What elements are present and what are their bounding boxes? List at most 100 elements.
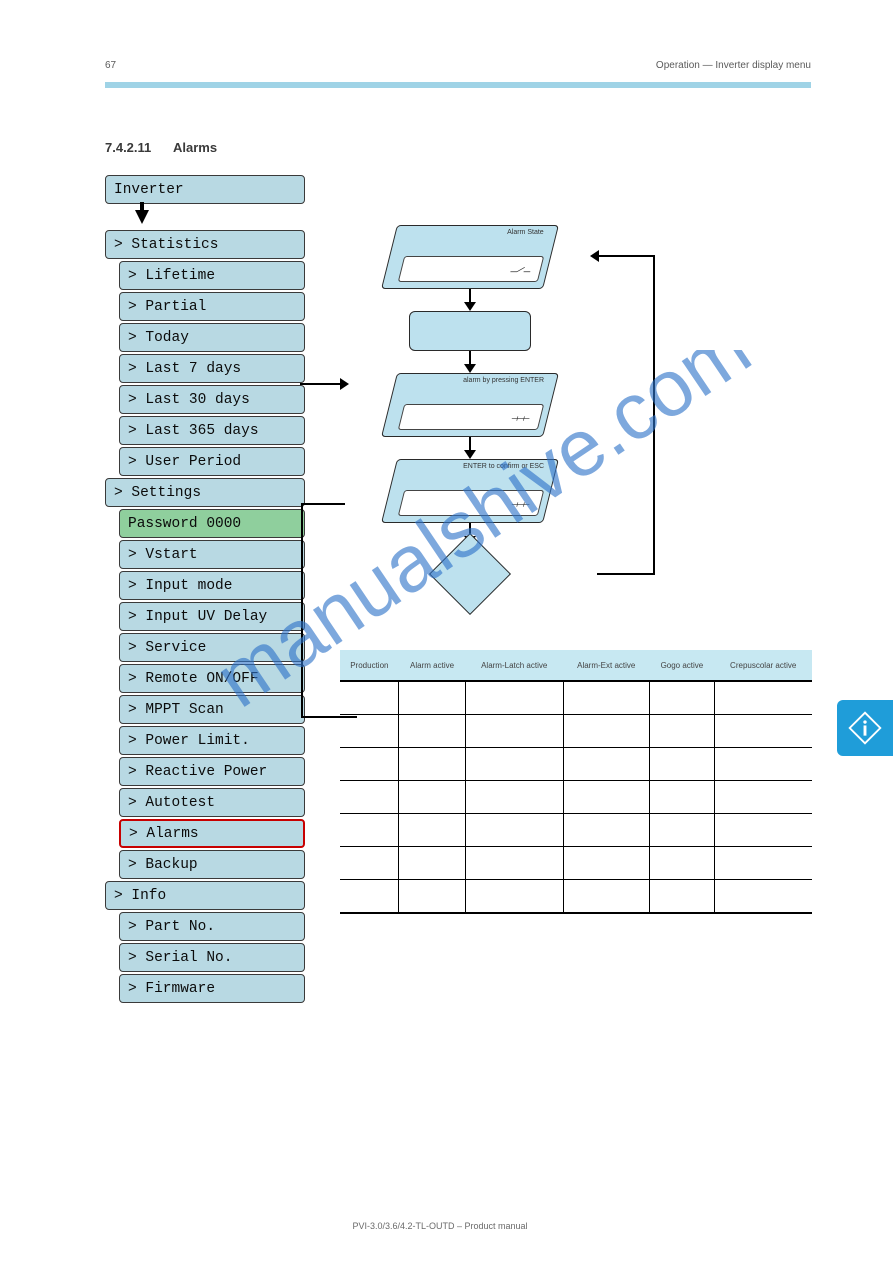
menu-root: Inverter bbox=[105, 175, 305, 204]
menu-tree: Inverter > Statistics > Lifetime> Partia… bbox=[105, 175, 305, 1005]
header-page-number: 67 bbox=[105, 60, 116, 71]
table-cell bbox=[465, 681, 563, 715]
table-cell bbox=[399, 748, 466, 781]
table-column-header: Crepuscolar active bbox=[714, 650, 812, 681]
table-row bbox=[340, 715, 812, 748]
table-row bbox=[340, 880, 812, 914]
menu-item: > Part No. bbox=[119, 912, 305, 941]
menu-item: > Last 7 days bbox=[119, 354, 305, 383]
menu-item: > Last 30 days bbox=[119, 385, 305, 414]
header-rule bbox=[105, 82, 811, 88]
table-cell bbox=[399, 781, 466, 814]
menu-item: > Power Limit. bbox=[119, 726, 305, 755]
table-cell bbox=[714, 748, 812, 781]
menu-settings: > Settings bbox=[105, 478, 305, 507]
table-row bbox=[340, 681, 812, 715]
table-cell bbox=[399, 880, 466, 914]
table-cell bbox=[465, 814, 563, 847]
table-cell bbox=[563, 715, 649, 748]
table-cell bbox=[399, 847, 466, 880]
table-cell bbox=[465, 880, 563, 914]
menu-item: > Lifetime bbox=[119, 261, 305, 290]
flow-screen-2: alarm by pressing ENTER bbox=[381, 373, 559, 437]
table-cell bbox=[714, 880, 812, 914]
table-row bbox=[340, 781, 812, 814]
menu-info: > Info bbox=[105, 881, 305, 910]
table-cell bbox=[563, 814, 649, 847]
table-column-header: Production bbox=[340, 650, 399, 681]
flow-loop-entry bbox=[300, 378, 349, 390]
menu-item: > Remote ON/OFF bbox=[119, 664, 305, 693]
table-cell bbox=[649, 781, 714, 814]
alarm-modes-table: ProductionAlarm activeAlarm-Latch active… bbox=[340, 650, 812, 914]
info-diamond-icon bbox=[848, 711, 882, 745]
table-cell bbox=[714, 847, 812, 880]
menu-item: > Input mode bbox=[119, 571, 305, 600]
table-cell bbox=[399, 814, 466, 847]
table-cell bbox=[340, 814, 399, 847]
table-column-header: Gogo active bbox=[649, 650, 714, 681]
menu-item: > Autotest bbox=[119, 788, 305, 817]
lcd-screen-icon bbox=[398, 490, 544, 516]
table-cell bbox=[399, 681, 466, 715]
lcd-screen-icon bbox=[398, 256, 544, 282]
section-title: Alarms bbox=[173, 140, 217, 155]
table-cell bbox=[649, 681, 714, 715]
flow-screen-2-hint: alarm by pressing ENTER bbox=[463, 377, 544, 384]
menu-item: > MPPT Scan bbox=[119, 695, 305, 724]
table-cell bbox=[563, 781, 649, 814]
table-cell bbox=[340, 681, 399, 715]
table-column-header: Alarm-Ext active bbox=[563, 650, 649, 681]
menu-item: > Backup bbox=[119, 850, 305, 879]
menu-item: > Input UV Delay bbox=[119, 602, 305, 631]
menu-item: > Serial No. bbox=[119, 943, 305, 972]
table-cell bbox=[340, 847, 399, 880]
table-cell bbox=[714, 681, 812, 715]
table-cell bbox=[714, 715, 812, 748]
menu-item: > Vstart bbox=[119, 540, 305, 569]
table-cell bbox=[714, 781, 812, 814]
menu-statistics: > Statistics bbox=[105, 230, 305, 259]
table-cell bbox=[649, 715, 714, 748]
menu-item: > Partial bbox=[119, 292, 305, 321]
table-cell bbox=[340, 748, 399, 781]
table-row bbox=[340, 814, 812, 847]
table-cell bbox=[465, 748, 563, 781]
table-cell bbox=[563, 681, 649, 715]
flow-screen-1-hint: Alarm State bbox=[508, 229, 545, 236]
table-cell bbox=[465, 715, 563, 748]
menu-item: > Service bbox=[119, 633, 305, 662]
table-cell bbox=[563, 880, 649, 914]
table-column-header: Alarm-Latch active bbox=[465, 650, 563, 681]
flow-decision bbox=[429, 533, 511, 615]
menu-item: > Firmware bbox=[119, 974, 305, 1003]
page-footer: PVI-3.0/3.6/4.2-TL-OUTD – Product manual bbox=[260, 1221, 620, 1233]
table-row bbox=[340, 847, 812, 880]
menu-item: > Today bbox=[119, 323, 305, 352]
flow-screen-1: Alarm State bbox=[381, 225, 559, 289]
menu-item: > Alarms bbox=[119, 819, 305, 848]
table-cell bbox=[465, 781, 563, 814]
menu-item: > Reactive Power bbox=[119, 757, 305, 786]
lcd-screen-icon bbox=[398, 404, 544, 430]
flowchart: Alarm State alarm by pressing ENTER bbox=[345, 225, 595, 625]
table-cell bbox=[399, 715, 466, 748]
table-cell bbox=[714, 814, 812, 847]
table-cell bbox=[563, 748, 649, 781]
table-cell bbox=[340, 715, 399, 748]
flow-left-loop-v bbox=[301, 503, 303, 718]
config-line-icon bbox=[509, 499, 533, 508]
menu-item: > Last 365 days bbox=[119, 416, 305, 445]
flow-screen-3: ENTER to confirm or ESC bbox=[381, 459, 559, 523]
arrow-down-icon bbox=[135, 210, 149, 224]
footer-line-1: PVI-3.0/3.6/4.2-TL-OUTD – Product manual bbox=[260, 1221, 620, 1233]
flow-left-loop-top bbox=[301, 503, 345, 505]
config-line-icon bbox=[509, 413, 533, 422]
document-page: 67 Operation — Inverter display menu 7.4… bbox=[0, 0, 893, 1263]
table-cell bbox=[649, 748, 714, 781]
flow-process-1 bbox=[409, 311, 531, 351]
menu-item: > User Period bbox=[119, 447, 305, 476]
table-cell bbox=[563, 847, 649, 880]
table-cell bbox=[649, 847, 714, 880]
table-cell bbox=[340, 880, 399, 914]
